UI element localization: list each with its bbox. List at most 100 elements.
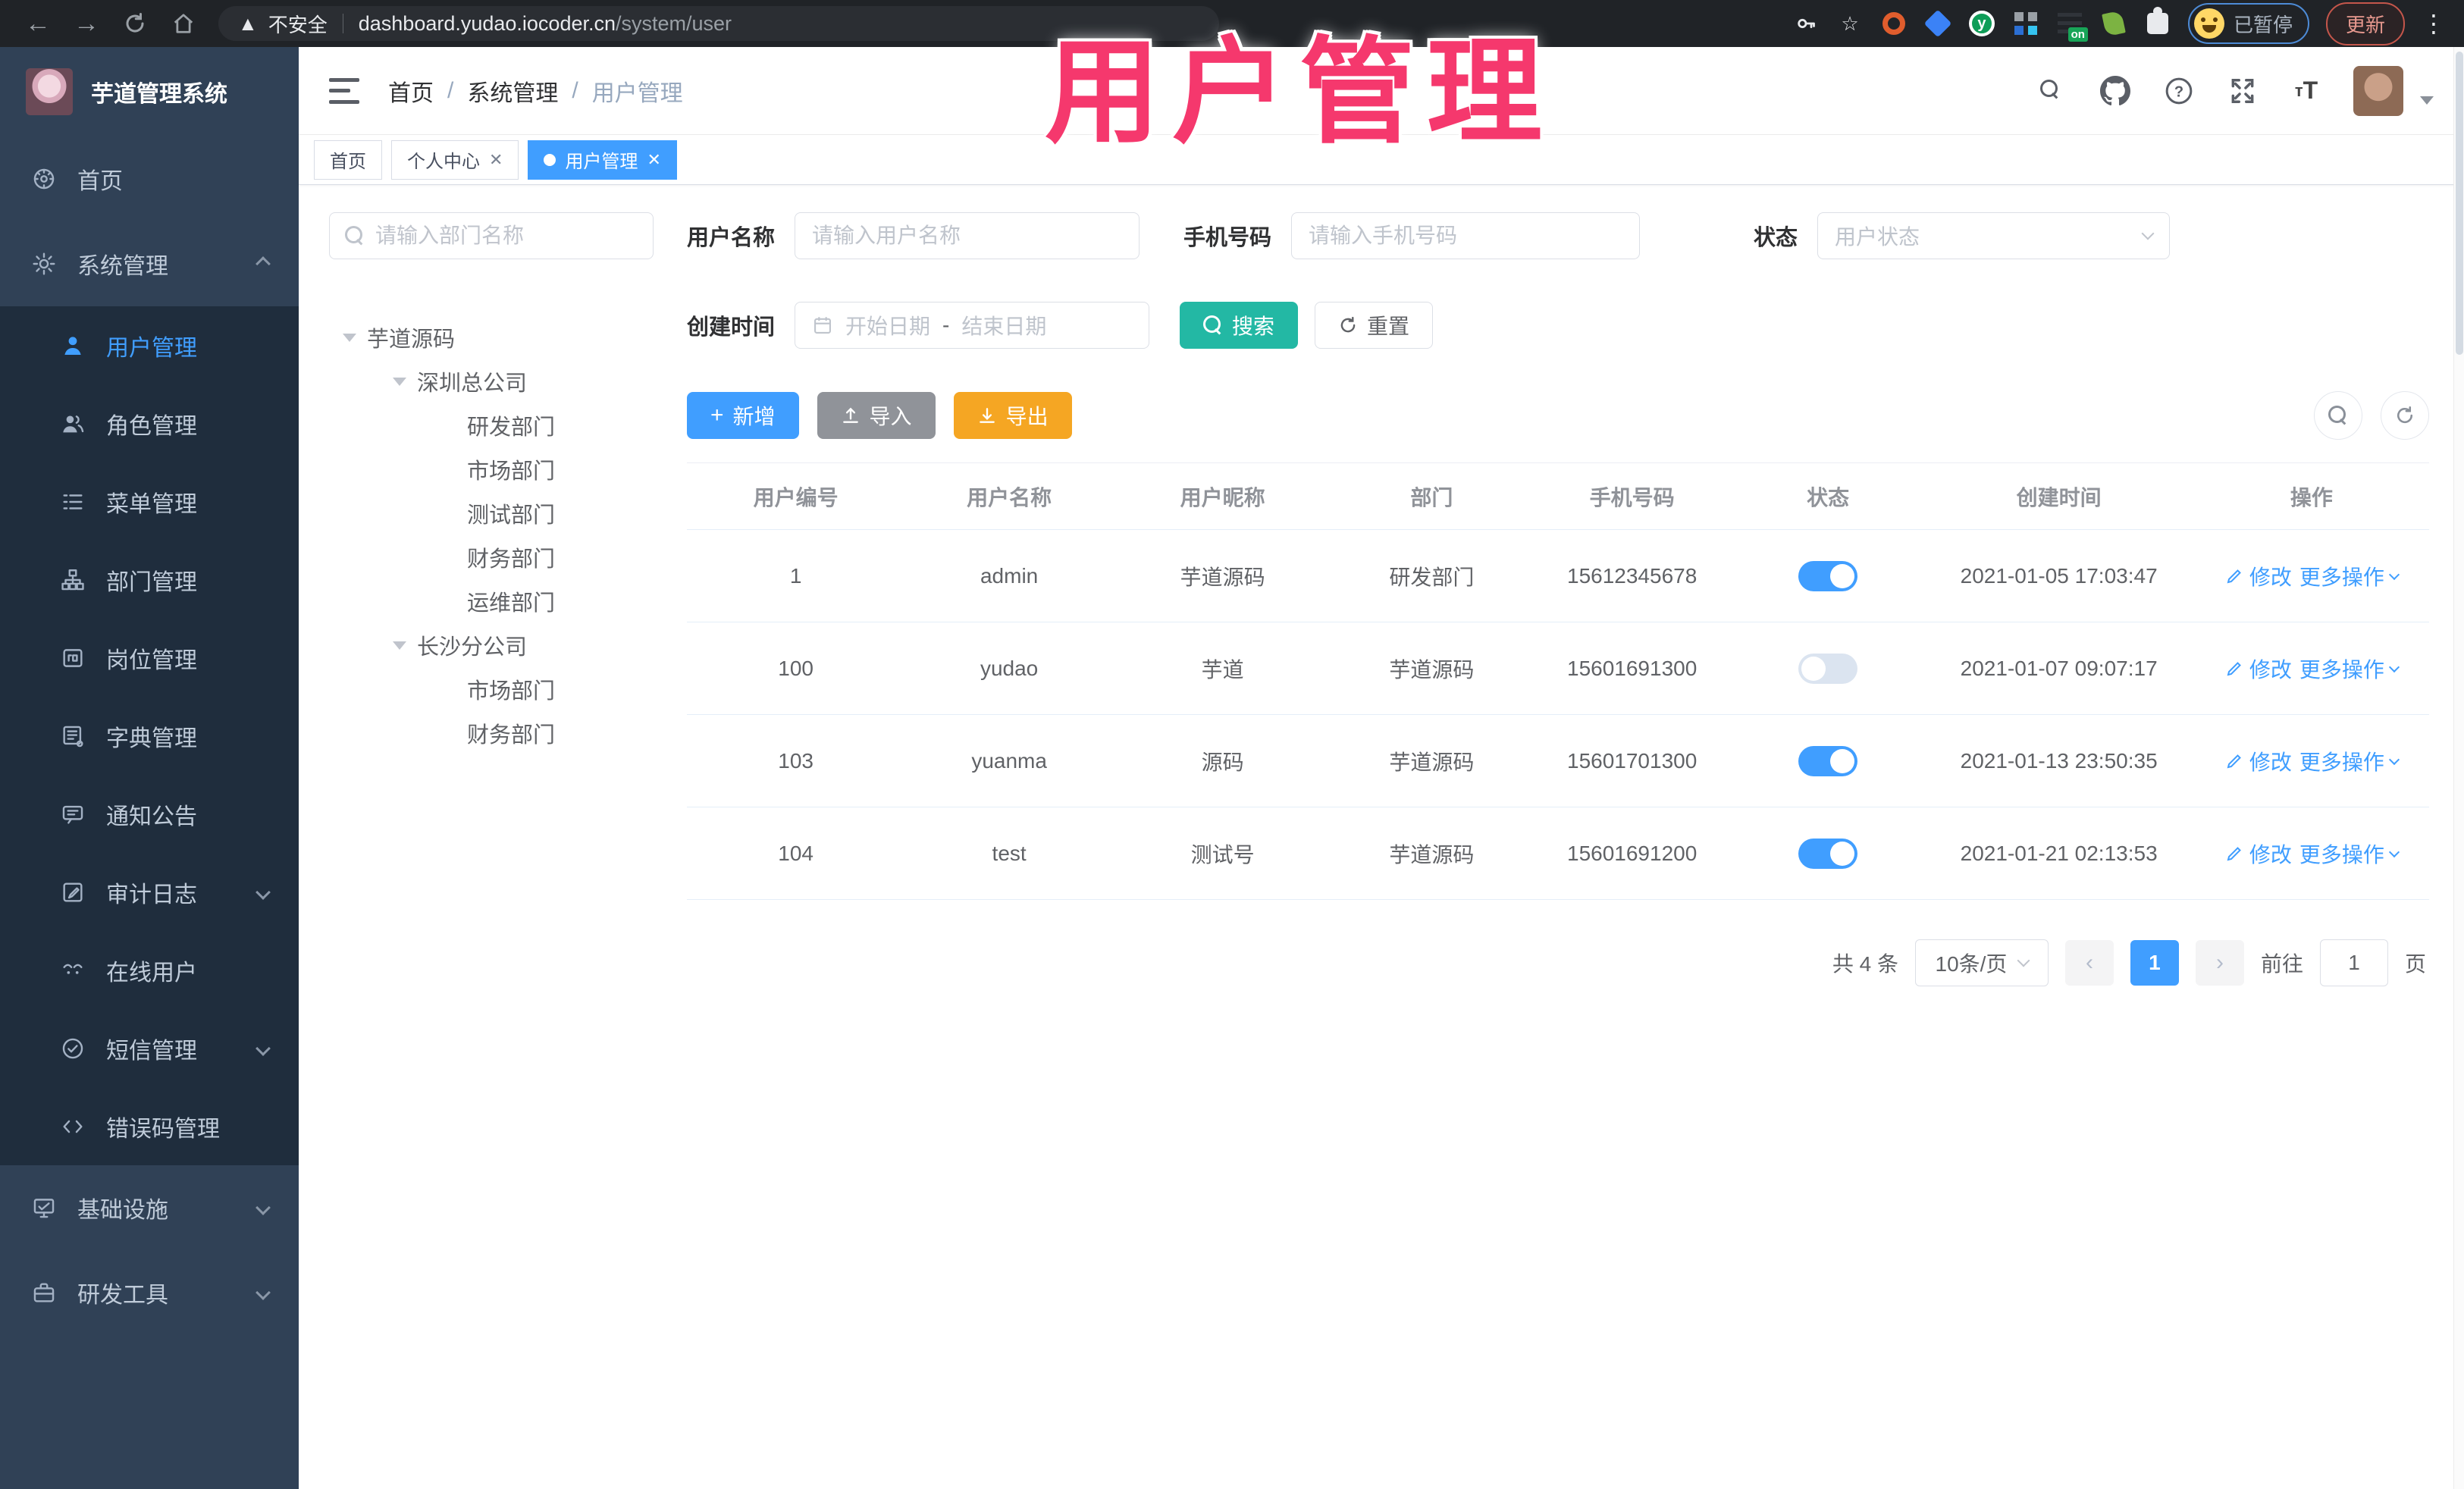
sidebar-item-label: 菜单管理 <box>106 491 197 517</box>
sidebar-item-角色管理[interactable]: 角色管理 <box>0 384 299 462</box>
show-search-button[interactable] <box>2314 391 2362 440</box>
username-input[interactable] <box>812 224 1123 248</box>
scrollbar-thumb[interactable] <box>2456 52 2463 355</box>
sidebar-item-基础设施[interactable]: 基础设施 <box>0 1165 299 1250</box>
fullscreen-icon[interactable] <box>2226 74 2259 108</box>
status-select[interactable]: 用户状态 <box>1817 212 2171 259</box>
extension-on-icon[interactable]: on <box>2056 10 2088 42</box>
tab-用户管理[interactable]: 用户管理 ✕ <box>528 139 677 180</box>
prev-page-button[interactable]: ‹ <box>2064 940 2114 986</box>
search-icon <box>345 226 365 246</box>
dept-search-input[interactable] <box>375 224 649 248</box>
avatar-caret-icon[interactable] <box>2420 96 2434 105</box>
more-actions[interactable]: 更多操作 <box>2299 654 2400 684</box>
tab-首页[interactable]: 首页 <box>314 139 382 180</box>
sidebar-item-菜单管理[interactable]: 菜单管理 <box>0 462 299 541</box>
sidebar-item-研发工具[interactable]: 研发工具 <box>0 1250 299 1335</box>
browser-home-icon[interactable] <box>162 5 205 42</box>
page-scrollbar[interactable] <box>2453 47 2464 1489</box>
more-actions[interactable]: 更多操作 <box>2299 561 2400 591</box>
caret-down-icon[interactable] <box>343 333 356 342</box>
edit-action[interactable]: 修改 <box>2225 839 2292 869</box>
security-warning-icon[interactable]: ▲ <box>238 12 258 36</box>
search-button[interactable]: 搜索 <box>1180 302 1299 349</box>
sidebar-item-短信管理[interactable]: 短信管理 <box>0 1009 299 1087</box>
bookmark-star-icon[interactable]: ☆ <box>1836 10 1864 37</box>
tree-node-财务部门[interactable]: 财务部门 <box>329 535 654 579</box>
sidebar-item-系统管理[interactable]: 系统管理 <box>0 221 299 306</box>
sidebar-item-首页[interactable]: 首页 <box>0 136 299 221</box>
status-toggle[interactable] <box>1798 745 1858 776</box>
tree-node-芋道源码[interactable]: 芋道源码 <box>329 315 654 359</box>
caret-down-icon[interactable] <box>393 377 406 386</box>
extension-gem-icon[interactable] <box>1923 9 1952 38</box>
tree-node-运维部门[interactable]: 运维部门 <box>329 579 654 623</box>
mobile-input[interactable] <box>1309 224 1623 248</box>
browser-menu-icon[interactable]: ⋮ <box>2422 9 2447 38</box>
breadcrumb-home[interactable]: 首页 <box>388 74 434 108</box>
edit-action[interactable]: 修改 <box>2225 746 2292 776</box>
extension-green-icon[interactable]: y <box>1968 10 1995 37</box>
help-icon[interactable]: ? <box>2162 74 2196 108</box>
pencil-icon <box>2227 846 2241 860</box>
sidebar-item-用户管理[interactable]: 用户管理 <box>0 306 299 384</box>
edit-action[interactable]: 修改 <box>2225 561 2292 591</box>
breadcrumb-system[interactable]: 系统管理 <box>467 74 558 108</box>
address-bar[interactable]: ▲ 不安全 dashboard.yudao.iocoder.cn/system/… <box>218 6 1219 41</box>
font-size-icon[interactable]: тT <box>2290 74 2323 108</box>
tree-node-市场部门[interactable]: 市场部门 <box>329 667 654 711</box>
reset-button[interactable]: 重置 <box>1315 302 1434 349</box>
browser-reload-icon[interactable] <box>114 5 156 42</box>
refresh-table-button[interactable] <box>2381 391 2429 440</box>
caret-down-icon[interactable] <box>393 641 406 650</box>
tree-node-研发部门[interactable]: 研发部门 <box>329 403 654 447</box>
sidebar-item-通知公告[interactable]: 通知公告 <box>0 775 299 853</box>
tree-node-市场部门[interactable]: 市场部门 <box>329 447 654 491</box>
tree-node-长沙分公司[interactable]: 长沙分公司 <box>329 623 654 667</box>
next-page-button[interactable]: › <box>2195 940 2244 986</box>
chevron-down-icon <box>2388 569 2400 580</box>
status-toggle[interactable] <box>1798 838 1858 869</box>
cell-user-id: 104 <box>778 841 813 865</box>
extension-leaf-icon[interactable] <box>2100 10 2127 37</box>
tree-node-深圳总公司[interactable]: 深圳总公司 <box>329 359 654 403</box>
browser-profile[interactable]: 已暂停 <box>2187 3 2309 44</box>
sidebar-item-字典管理[interactable]: 字典管理 <box>0 697 299 775</box>
sidebar-item-部门管理[interactable]: 部门管理 <box>0 541 299 619</box>
browser-forward-icon[interactable]: → <box>65 5 108 42</box>
add-button[interactable]: + 新增 <box>687 392 799 439</box>
more-actions[interactable]: 更多操作 <box>2299 746 2400 776</box>
tab-个人中心[interactable]: 个人中心 ✕ <box>391 139 519 180</box>
goto-page-input[interactable] <box>2319 939 2388 986</box>
browser-update-button[interactable]: 更新 <box>2325 2 2405 45</box>
sidebar-item-错误码管理[interactable]: 错误码管理 <box>0 1087 299 1165</box>
github-icon[interactable] <box>2099 74 2132 108</box>
date-range-picker[interactable]: 开始日期 - 结束日期 <box>795 302 1150 349</box>
page-number-1[interactable]: 1 <box>2130 940 2179 986</box>
sidebar-item-审计日志[interactable]: 审计日志 <box>0 853 299 931</box>
key-icon[interactable] <box>1792 10 1820 37</box>
user-avatar[interactable] <box>2353 65 2403 116</box>
page-size-select[interactable]: 10条/页 <box>1914 939 2049 986</box>
more-actions[interactable]: 更多操作 <box>2299 839 2400 869</box>
url-text[interactable]: dashboard.yudao.iocoder.cn/system/user <box>359 12 732 36</box>
status-toggle[interactable] <box>1798 653 1858 684</box>
status-toggle[interactable] <box>1798 560 1858 591</box>
tree-node-财务部门[interactable]: 财务部门 <box>329 711 654 755</box>
sidebar-item-岗位管理[interactable]: 岗位管理 <box>0 619 299 697</box>
app-logo[interactable]: 芋道管理系统 <box>0 47 299 136</box>
edit-action[interactable]: 修改 <box>2225 654 2292 684</box>
export-button[interactable]: 导出 <box>953 392 1072 439</box>
header-search-icon[interactable] <box>2035 74 2068 108</box>
extension-orange-icon[interactable] <box>1880 10 1908 37</box>
tree-node-测试部门[interactable]: 测试部门 <box>329 491 654 535</box>
collapse-sidebar-icon[interactable] <box>329 77 359 104</box>
browser-back-icon[interactable]: ← <box>17 5 59 42</box>
close-icon[interactable]: ✕ <box>647 150 660 170</box>
import-button[interactable]: 导入 <box>817 392 936 439</box>
extension-grid-icon[interactable] <box>2012 10 2039 37</box>
close-icon[interactable]: ✕ <box>489 150 503 170</box>
table-header-row: 用户编号 用户名称 用户昵称 部门 手机号码 状态 创建时间 操作 <box>687 463 2429 530</box>
extension-puzzle-icon[interactable] <box>2144 7 2171 37</box>
sidebar-item-在线用户[interactable]: 在线用户 <box>0 931 299 1009</box>
